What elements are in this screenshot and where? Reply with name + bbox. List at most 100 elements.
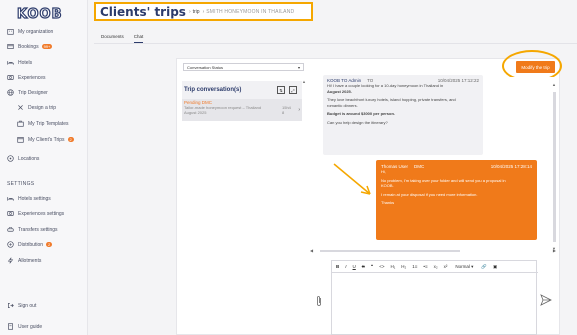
bullet-list-button[interactable]: •≡ [423,264,427,269]
experience-icon [7,210,14,217]
conversation-status-value: Conversation Status [187,64,224,70]
client-trips-icon [17,136,24,143]
building-icon [7,28,14,35]
sidebar-item-label: Experiences [18,74,46,81]
bed-icon [7,59,14,66]
sidebar-item-allotments[interactable]: Allotments [7,256,41,265]
guide-icon [7,323,14,330]
settings-section-title: SETTINGS [7,181,35,187]
quote-button[interactable]: ❝ [371,264,373,270]
horizontal-scrollbar[interactable]: ◀ ▶ [310,248,556,253]
sidebar-item-my-clients-trips[interactable]: My Client's Trips 2 [17,135,74,144]
message-outgoing: Thomas User DMC 10/04/2025 17:28:14 Hi, … [376,160,537,240]
sidebar-item-label: User guide [18,323,43,330]
scroll-up-icon[interactable]: ▲ [552,82,556,87]
sidebar-item-label: Locations [18,155,40,162]
app: KOOB My organization Bookings 99+ Hotels… [0,0,577,335]
tabs: Documents Chat [101,34,144,43]
sidebar-item-hotels[interactable]: Hotels [7,58,32,67]
sort-icon[interactable]: ⇅ [277,86,285,94]
h2-button[interactable]: H₂ [401,264,406,269]
conversation-list-header: Trip conversation(s) ⇅ ⤢ [182,81,302,99]
sidebar-item-label: My Trip Templates [28,120,69,127]
sign-out-icon [7,302,14,309]
sidebar-item-label: Bookings [18,43,39,50]
sidebar-item-label: My organization [18,28,54,35]
chat-scrollbar[interactable] [553,92,556,242]
ordered-list-button[interactable]: 1≡ [412,264,417,269]
format-select[interactable]: Normal ▾ [455,264,473,270]
chevron-down-icon: ▾ [297,64,300,70]
breadcrumb-separator: › [202,8,205,15]
distribution-badge: 2 [46,242,53,247]
message-role: DMC [414,164,425,169]
scrollbar-thumb[interactable] [320,250,460,252]
sidebar-item-user-guide[interactable]: User guide [7,323,42,330]
tab-chat[interactable]: Chat [133,34,144,43]
sidebar-item-locations[interactable]: Locations [7,154,39,163]
breadcrumb-trip[interactable]: trip [193,9,200,15]
bolt-icon [7,257,14,264]
sidebar-item-label: My Client's Trips [28,136,65,143]
underline-button[interactable]: U [353,264,356,269]
sidebar-item-trip-designer[interactable]: Trip Designer [7,88,48,97]
sidebar-item-label: Sign out [18,302,37,309]
image-icon[interactable]: ▣ [493,264,497,270]
sidebar-item-experiences[interactable]: Experiences [7,73,46,82]
experience-icon [7,74,14,81]
conversation-list: Trip conversation(s) ⇅ ⤢ Pending DMC Tai… [182,79,302,254]
sidebar-item-sign-out[interactable]: Sign out [7,302,36,309]
breadcrumb-separator: › [188,8,191,15]
globe-icon [7,89,14,96]
h1-button[interactable]: H₁ [390,264,395,269]
bookings-icon [7,43,14,50]
sidebar-item-label: Allotments [18,257,42,264]
send-icon[interactable] [540,294,552,306]
modify-trip-button[interactable]: Modify the trip [516,61,555,73]
subscript-button[interactable]: x₂ [434,264,438,269]
conversation-item[interactable]: Pending DMC Tailor-made honeymoon reques… [182,99,302,121]
scroll-right-icon[interactable]: ▶ [553,248,556,253]
annotation-arrow [333,163,371,195]
sidebar-item-experiences-settings[interactable]: Experiences settings [7,209,64,218]
message-editor[interactable]: B I U S ❝ <> H₁ H₂ 1≡ •≡ x₂ x² Normal ▾ … [331,260,538,335]
sidebar: KOOB My organization Bookings 99+ Hotels… [0,0,88,335]
sidebar-item-design-a-trip[interactable]: Design a trip [17,103,56,112]
sidebar-item-distribution[interactable]: Distribution 2 [7,240,53,249]
bold-button[interactable]: B [336,264,339,269]
sidebar-item-label: Hotels [18,59,33,66]
conversation-list-title: Trip conversation(s) [184,87,242,93]
car-icon [7,226,14,233]
paperclip-icon[interactable] [315,295,323,307]
tab-documents[interactable]: Documents [101,34,124,43]
distribution-icon [7,241,14,248]
sidebar-item-label: Hotels settings [18,195,51,202]
sidebar-item-hotels-settings[interactable]: Hotels settings [7,194,51,203]
design-icon [17,104,24,111]
expand-icon[interactable]: ⤢ [289,86,297,94]
koob-logo[interactable]: KOOB [16,6,63,22]
bed-icon [7,195,14,202]
link-icon[interactable]: 🔗 [481,264,487,270]
page-title: Clients' trips [100,4,186,19]
scroll-up-icon[interactable]: ▲ [302,79,306,84]
italic-button[interactable]: I [345,264,346,269]
superscript-button[interactable]: x² [444,264,448,269]
sidebar-item-label: Experiences settings [18,210,65,217]
message-date: 10/04/2025 17:12:22 [437,78,479,83]
scroll-left-icon[interactable]: ◀ [310,248,313,253]
sidebar-item-my-organization[interactable]: My organization [7,27,53,36]
breadcrumb-trip-name: SMITH HONEYMOON IN THAILAND [206,8,295,15]
chevron-right-icon: › [298,107,300,113]
message-incoming: KOOB TO Admin TO 10/04/2025 17:12:22 Hi!… [323,75,483,155]
sidebar-item-label: Trip Designer [18,89,48,96]
code-button[interactable]: <> [379,264,384,269]
sidebar-item-my-trip-templates[interactable]: My Trip Templates [17,119,68,128]
conversation-status-select[interactable]: Conversation Status ▾ [183,63,304,71]
conversation-time: 15h4 8 [282,105,291,115]
strike-button[interactable]: S [362,264,365,269]
sidebar-item-transfers-settings[interactable]: Transfers settings [7,225,58,234]
editor-toolbar: B I U S ❝ <> H₁ H₂ 1≡ •≡ x₂ x² Normal ▾ … [332,261,538,273]
sidebar-item-bookings[interactable]: Bookings 99+ [7,42,53,51]
bookings-badge: 99+ [41,44,53,49]
